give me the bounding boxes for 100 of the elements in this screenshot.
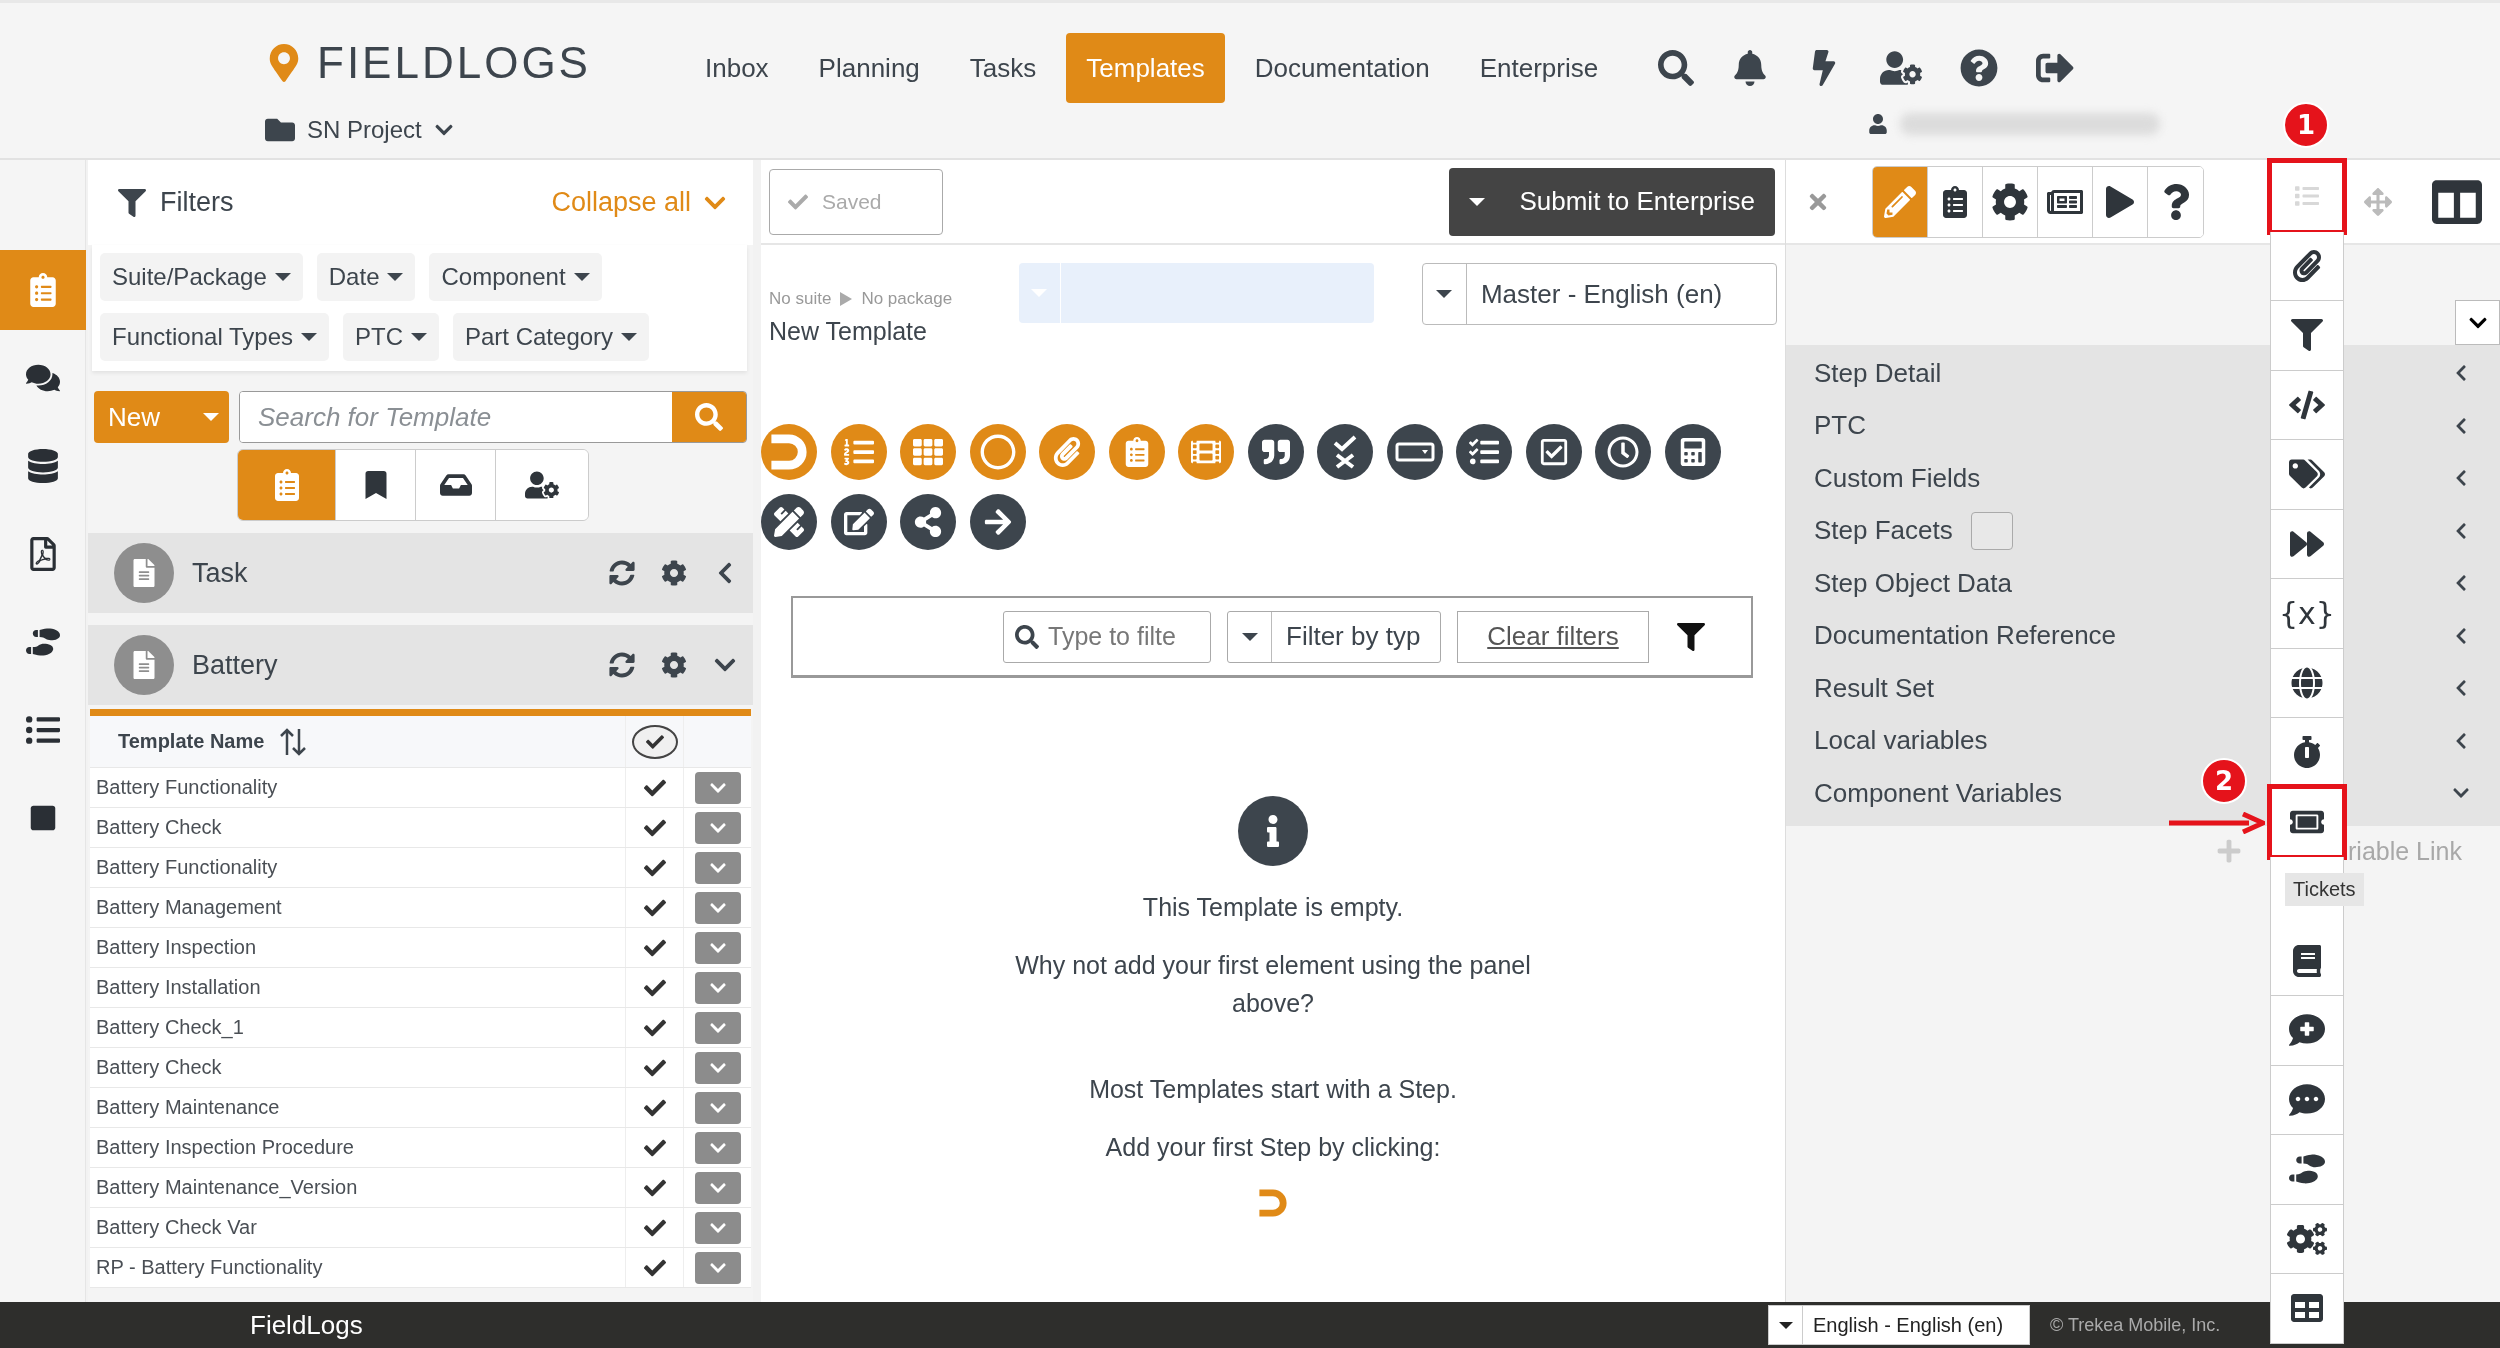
paperclip-icon	[2291, 249, 2323, 282]
table-cell-text: Battery Inspection Procedure	[95, 1136, 355, 1159]
view-toggle[interactable]	[416, 450, 496, 520]
search-field[interactable]: Search for Template	[239, 391, 747, 443]
breadcrumb: No package	[861, 289, 953, 309]
language-select[interactable]: Master - English (en)	[1421, 263, 1777, 325]
tooltip: Tickets	[2285, 873, 2364, 906]
table-cell-text: Battery Check	[95, 1056, 223, 1079]
row-menu-button[interactable]	[694, 771, 741, 804]
tool-button[interactable]	[2270, 440, 2344, 510]
language-select[interactable]: English - English (en)	[1768, 1305, 2030, 1345]
row-menu-button[interactable]	[694, 1131, 741, 1164]
document-search-icon	[114, 543, 174, 603]
user-settings-icon	[525, 468, 559, 502]
search-button[interactable]	[1658, 50, 1695, 86]
row-menu-button[interactable]	[694, 851, 741, 884]
filter-icon	[118, 188, 146, 217]
notifications-button[interactable]	[1732, 50, 1769, 86]
tool-button[interactable]	[2270, 301, 2344, 371]
row-menu-button[interactable]	[694, 891, 741, 924]
row-menu-button[interactable]	[694, 811, 741, 844]
tool-button[interactable]	[2270, 926, 2344, 996]
variables-button[interactable]: {x}	[2270, 579, 2344, 649]
row-menu-button[interactable]	[694, 1251, 741, 1284]
filter-dropdown[interactable]: PTC	[343, 313, 439, 361]
caret-icon	[1241, 632, 1258, 641]
tool-button[interactable]	[2270, 648, 2344, 718]
add-step-button[interactable]	[1256, 1186, 1290, 1220]
filter-dropdown[interactable]: Suite/Package	[100, 253, 303, 301]
tool-button[interactable]	[2270, 1065, 2344, 1135]
globe-icon	[2291, 666, 2323, 699]
row-menu-button[interactable]	[694, 1171, 741, 1204]
group-header[interactable]: Battery	[88, 625, 753, 705]
settings-icon	[661, 652, 687, 678]
row-menu-button[interactable]	[694, 1011, 741, 1044]
tool-button[interactable]	[2270, 1204, 2344, 1274]
filter-icon	[1677, 622, 1705, 651]
book-icon	[2291, 944, 2323, 977]
help-button[interactable]	[1960, 49, 1999, 87]
add-link-text: riable Link	[2348, 835, 2462, 866]
group-header[interactable]: Task	[88, 533, 753, 613]
collapse-button[interactable]	[2455, 300, 2500, 345]
square-icon	[29, 804, 57, 832]
nav-tab[interactable]: Tasks	[949, 33, 1057, 103]
table-cell-text: Battery Inspection	[95, 936, 258, 959]
tool-button[interactable]	[2270, 1135, 2344, 1205]
project-selector[interactable]: SN Project	[265, 115, 454, 145]
arrow-icon	[982, 507, 1013, 537]
type-filter-select[interactable]: Filter by typ	[1227, 610, 1441, 663]
checkbox-icon	[1538, 437, 1569, 467]
select-all-toggle[interactable]	[631, 724, 678, 759]
element-button[interactable]	[761, 494, 817, 550]
section-header[interactable]: Result Set	[1786, 662, 2500, 715]
checkbox[interactable]	[1970, 511, 2013, 550]
triangle-icon	[839, 291, 854, 307]
refresh-icon	[609, 652, 635, 678]
row-menu-button[interactable]	[694, 971, 741, 1004]
section-header[interactable]: PTC	[1786, 399, 2500, 452]
filter-dropdown[interactable]: Component	[429, 253, 602, 301]
tool-button[interactable]	[2270, 370, 2344, 440]
filter-dropdown[interactable]: Part Category	[453, 313, 650, 361]
clear-filters-button[interactable]: Clear filters	[1457, 610, 1649, 663]
pencil-icon	[1884, 185, 1916, 218]
tool-button[interactable]	[2270, 996, 2344, 1066]
footprints-icon	[26, 625, 60, 659]
nav-tab[interactable]: Enterprise	[1459, 33, 1619, 103]
row-menu-button[interactable]	[694, 931, 741, 964]
tool-button[interactable]	[2270, 509, 2344, 579]
nav-tab[interactable]: Inbox	[685, 33, 789, 103]
nav-tab[interactable]: Planning	[798, 33, 940, 103]
row-menu-button[interactable]	[694, 1051, 741, 1084]
tool-button[interactable]	[2270, 1274, 2344, 1344]
dropdown-icon	[1394, 442, 1435, 462]
view-toggle[interactable]	[496, 450, 588, 520]
filter-dropdown[interactable]: Functional Types	[100, 313, 329, 361]
section-header[interactable]: Step Detail	[1786, 347, 2500, 400]
section-header[interactable]: Custom Fields	[1786, 452, 2500, 505]
list-icon	[26, 713, 60, 747]
settings-icon	[661, 560, 687, 586]
table-cell-text: Battery Installation	[95, 976, 262, 999]
element-button[interactable]	[1595, 424, 1651, 480]
group-name: Battery	[192, 649, 279, 681]
nav-tab[interactable]: Documentation	[1234, 33, 1450, 103]
filter-field[interactable]: Type to filte	[1003, 610, 1211, 663]
element-button[interactable]	[1456, 424, 1512, 480]
element-button[interactable]	[900, 494, 956, 550]
filter-dropdown[interactable]: Date	[316, 253, 416, 301]
element-button[interactable]	[1317, 424, 1373, 480]
section-header[interactable]: Step Facets	[1786, 504, 2500, 557]
tool-button[interactable]	[2270, 231, 2344, 301]
row-menu-button[interactable]	[694, 1091, 741, 1124]
bell-icon	[1732, 50, 1769, 86]
caret-icon	[573, 273, 590, 281]
view-toggle[interactable]	[336, 450, 416, 520]
view-toggle[interactable]	[238, 450, 336, 520]
search-icon	[1658, 50, 1695, 86]
table-cell-text: Battery Functionality	[95, 856, 279, 879]
filter-button[interactable]	[1677, 622, 1705, 651]
submit-button[interactable]: Submit to Enterprise	[1449, 167, 1775, 236]
row-menu-button[interactable]	[694, 1211, 741, 1244]
